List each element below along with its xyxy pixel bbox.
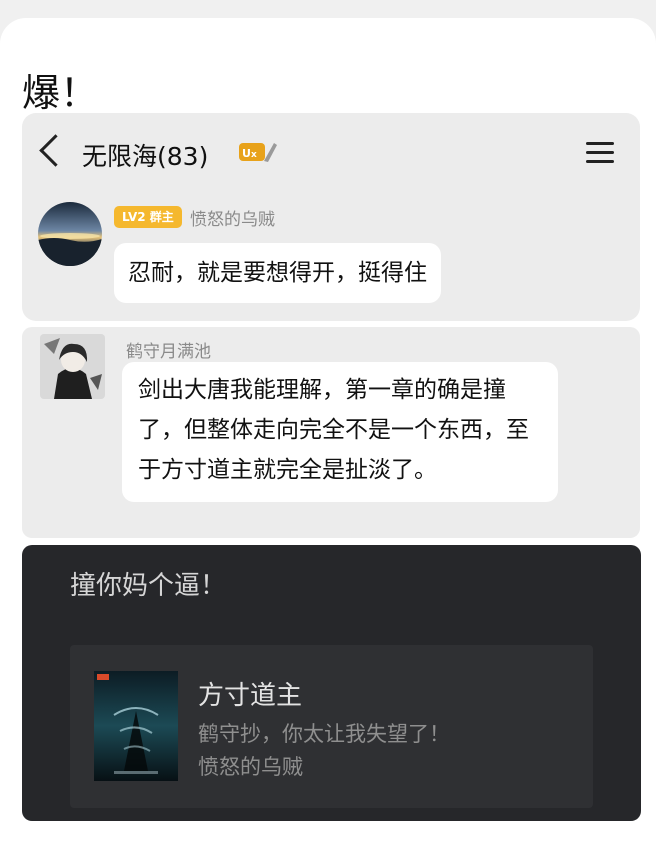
reply-screenshot: 撞你妈个逼！ 方寸道主 鹤守抄，你太让我失望了！ 愤怒的乌贼 — [22, 545, 641, 821]
chat-header: 无限海(83) U x — [22, 113, 640, 189]
sender-name: 愤怒的乌贼 — [190, 210, 275, 230]
back-arrow-icon[interactable] — [39, 134, 72, 167]
svg-text:U: U — [242, 147, 251, 160]
sender-name: 鹤守月满池 — [126, 342, 211, 362]
book-author: 愤怒的乌贼 — [198, 755, 303, 779]
message-bubble: 剑出大唐我能理解，第一章的确是撞了，但整体走向完全不是一个东西，至于方寸道主就完… — [122, 362, 558, 502]
reply-text: 撞你妈个逼！ — [70, 571, 227, 601]
message-bubble: 忍耐，就是要想得开，挺得住 — [114, 243, 441, 303]
avatar-anime-image — [40, 334, 105, 399]
book-subtitle: 鹤守抄，你太让我失望了！ — [198, 722, 450, 746]
book-cover — [94, 671, 178, 781]
chat-screenshot-middle: 鹤守月满池 剑出大唐我能理解，第一章的确是撞了，但整体走向完全不是一个东西，至于… — [22, 327, 640, 538]
book-title: 方寸道主 — [198, 681, 303, 711]
book-share-card[interactable]: 方寸道主 鹤守抄，你太让我失望了！ 愤怒的乌贼 — [70, 645, 593, 808]
svg-text:x: x — [251, 150, 257, 160]
avatar[interactable] — [40, 334, 105, 399]
menu-icon[interactable] — [586, 142, 614, 164]
chat-title: 无限海(83) — [82, 142, 209, 171]
role-badge: LV2 群主 — [114, 206, 182, 228]
avatar[interactable] — [38, 202, 102, 266]
vip-badge-icon: U x — [239, 143, 277, 162]
avatar-landscape-image — [38, 202, 102, 266]
post-title: 爆！ — [22, 71, 99, 115]
chat-screenshot-top: 无限海(83) U x LV2 群主 愤怒的乌贼 忍耐，就是要想得开，挺得住 — [22, 113, 640, 321]
book-cover-image — [94, 671, 178, 781]
